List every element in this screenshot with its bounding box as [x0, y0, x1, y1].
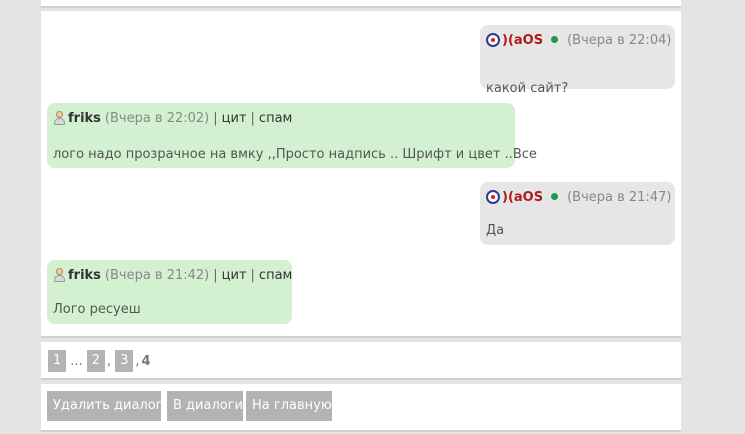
actions-panel: Удалить диалог В диалоги На главную	[41, 384, 681, 432]
message-header: friks (Вчера в 22:02) | цит | спам	[53, 103, 292, 133]
dialogs-button[interactable]: В диалоги	[167, 391, 243, 421]
page-link-2[interactable]: 2	[86, 350, 105, 372]
author-name[interactable]: )(aOS	[502, 190, 543, 205]
pagination-comma: ,	[135, 353, 140, 369]
pagination-comma: ,	[106, 353, 112, 369]
user-avatar-icon	[53, 110, 66, 126]
quote-link[interactable]: цит	[222, 111, 247, 126]
current-page: 4	[141, 353, 151, 369]
pagination: 1 ... 2 , 3 , 4	[48, 350, 151, 372]
user-avatar-icon	[486, 190, 500, 204]
user-avatar-icon	[53, 267, 66, 283]
message-outgoing: )(aOS (Вчера в 21:47) Да	[480, 182, 675, 245]
home-button[interactable]: На главную	[246, 391, 332, 421]
pagination-panel: 1 ... 2 , 3 , 4	[41, 342, 681, 380]
message-time: (Вчера в 21:42)	[104, 267, 210, 283]
online-status-icon	[551, 35, 559, 43]
spam-link[interactable]: спам	[259, 268, 292, 283]
message-header: )(aOS (Вчера в 21:47)	[486, 182, 671, 212]
message-time: (Вчера в 22:02)	[104, 110, 210, 126]
message-header: )(aOS (Вчера в 22:04)	[486, 25, 671, 55]
separator: |	[213, 267, 218, 283]
author-name[interactable]: friks	[68, 111, 101, 126]
message-time: (Вчера в 21:47)	[567, 189, 672, 205]
message-header: friks (Вчера в 21:42) | цит | спам	[53, 260, 292, 290]
message-text: лого надо прозрачное на вмку ,,Просто на…	[53, 147, 537, 162]
message-text: какой сайт?	[486, 81, 569, 96]
author-name[interactable]: friks	[68, 268, 101, 283]
message-text: Лого ресуеш	[53, 302, 141, 317]
user-avatar-icon	[486, 33, 500, 47]
separator: |	[213, 110, 218, 126]
separator: |	[250, 110, 255, 126]
message-text: Да	[486, 223, 505, 238]
author-name[interactable]: )(aOS	[502, 33, 543, 48]
online-status-icon	[551, 192, 559, 200]
chat-panel: )(aOS (Вчера в 22:04) какой сайт? friks …	[41, 11, 681, 338]
message-outgoing: )(aOS (Вчера в 22:04) какой сайт?	[480, 25, 675, 96]
delete-dialog-button[interactable]: Удалить диалог	[47, 391, 163, 421]
message-incoming: friks (Вчера в 21:42) | цит | спам Лого …	[47, 260, 292, 324]
quote-link[interactable]: цит	[222, 268, 247, 283]
separator: |	[250, 267, 255, 283]
message-incoming: friks (Вчера в 22:02) | цит | спам лого …	[47, 103, 537, 168]
spam-link[interactable]: спам	[259, 111, 292, 126]
pagination-ellipsis: ...	[70, 353, 83, 369]
page-link-1[interactable]: 1	[48, 350, 67, 372]
page-link-3[interactable]: 3	[115, 350, 134, 372]
top-panel-edge	[41, 0, 681, 8]
message-time: (Вчера в 22:04)	[567, 32, 672, 48]
